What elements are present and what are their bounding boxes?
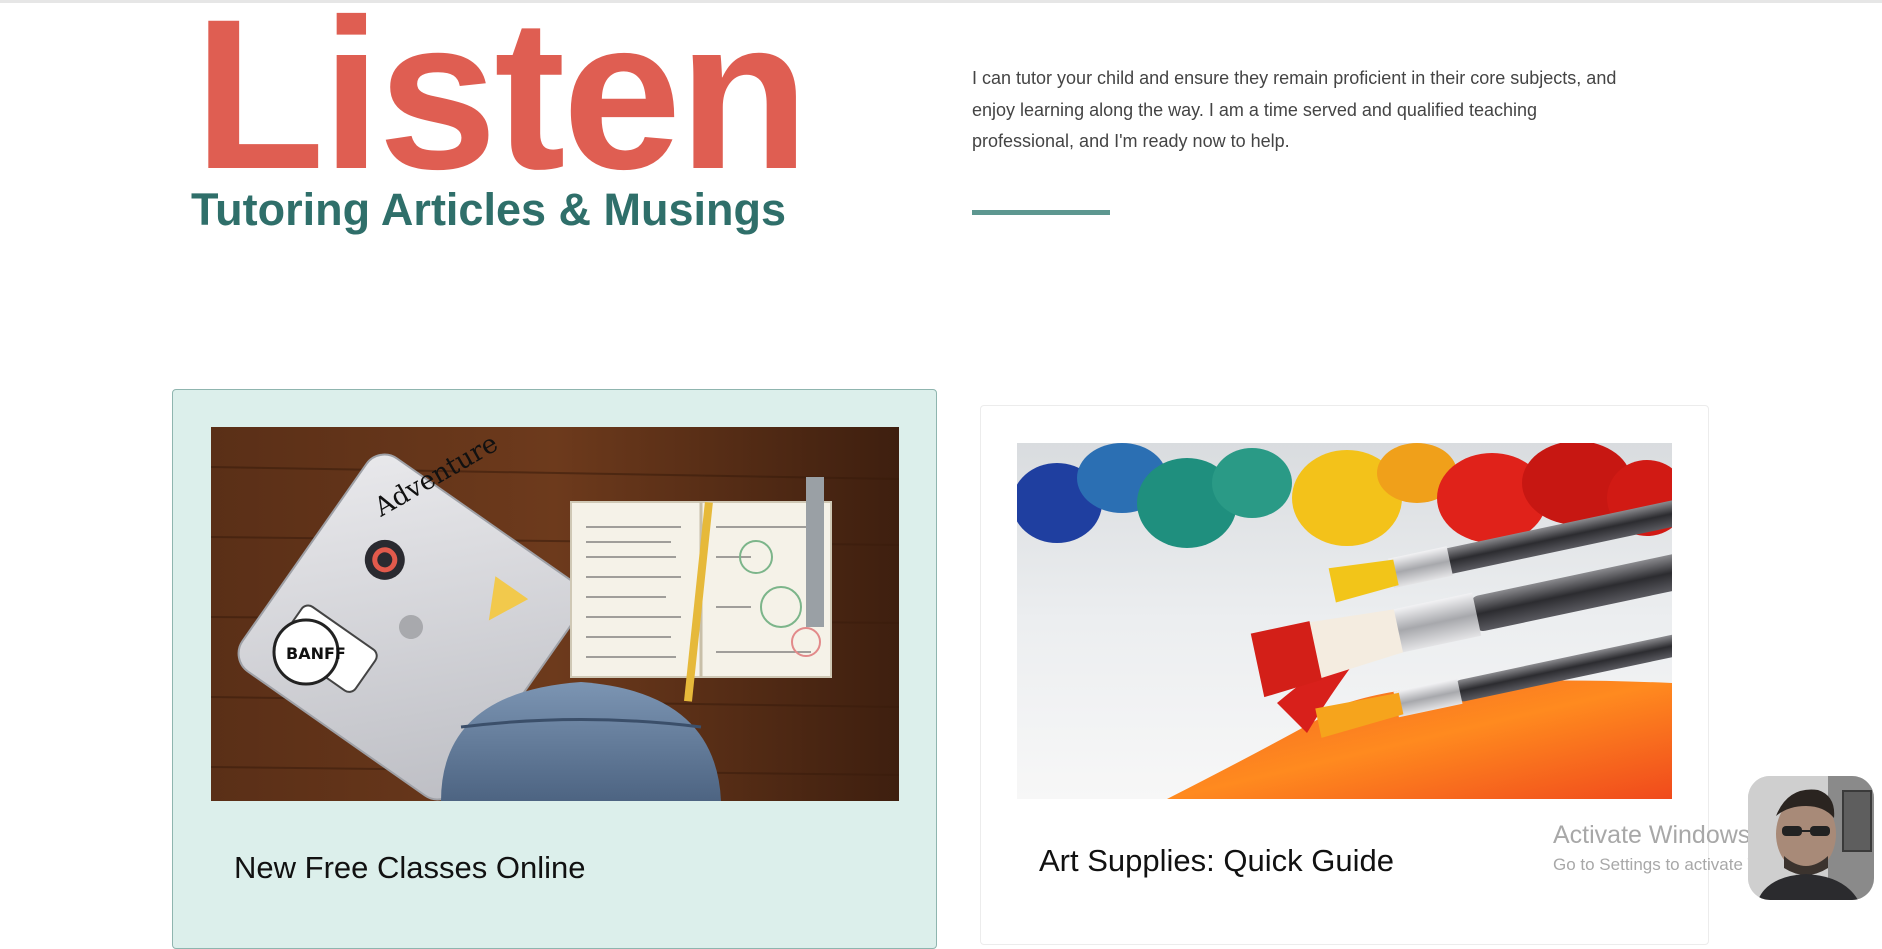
post-title[interactable]: New Free Classes Online [234, 850, 585, 886]
post-image-laptop-notebook[interactable]: Adventure BANFF [211, 427, 899, 801]
post-title[interactable]: Art Supplies: Quick Guide [1039, 843, 1394, 879]
laptop-notebook-photo: Adventure BANFF [211, 427, 899, 801]
webcam-overlay[interactable] [1748, 776, 1874, 900]
paint-brushes-photo [1017, 443, 1672, 799]
page-subtitle: Tutoring Articles & Musings [191, 184, 787, 235]
webcam-person-avatar-icon [1748, 776, 1874, 900]
post-image-paint-brushes[interactable] [1017, 443, 1672, 799]
svg-text:BANFF: BANFF [286, 644, 346, 663]
intro-text: I can tutor your child and ensure they r… [972, 68, 1617, 151]
page-title: Listen [194, 0, 809, 214]
intro-divider [972, 210, 1110, 215]
post-card-new-free-classes[interactable]: Adventure BANFF New Free Classes Online [172, 389, 937, 949]
